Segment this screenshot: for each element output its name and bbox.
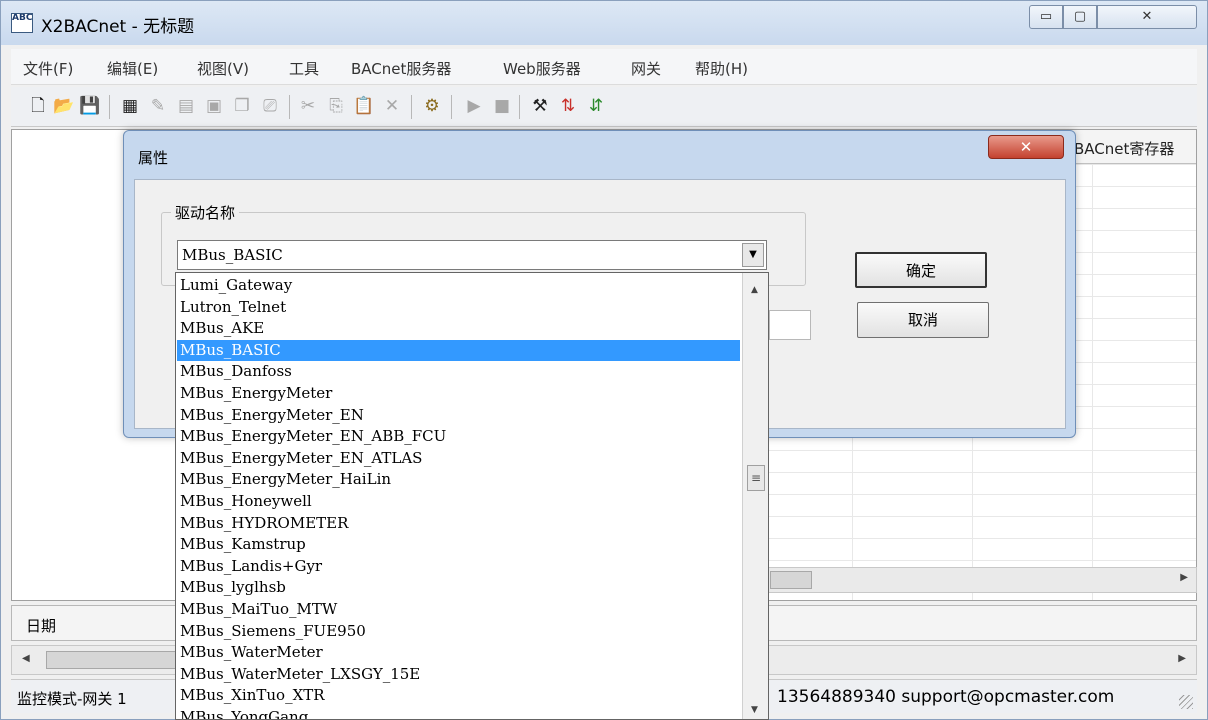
dropdown-option[interactable]: MBus_Landis+Gyr — [177, 556, 740, 578]
dropdown-option[interactable]: MBus_Honeywell — [177, 491, 740, 513]
dropdown-option[interactable]: MBus_Danfoss — [177, 361, 740, 383]
open-folder-icon[interactable]: 📂 — [53, 95, 75, 117]
tools-icon[interactable]: ⚒ — [529, 95, 551, 117]
dropdown-option[interactable]: MBus_BASIC — [177, 339, 740, 362]
dropdown-option[interactable]: MBus_EnergyMeter — [177, 383, 740, 405]
toolbar-separator — [411, 95, 412, 119]
menu-gateway[interactable]: 网关 — [631, 58, 661, 79]
driver-name-combobox[interactable]: MBus_BASIC ▼ — [177, 240, 767, 270]
column-header-bacnet-register[interactable]: BACnet寄存器 — [1074, 138, 1174, 159]
cancel-button[interactable]: 取消 — [857, 302, 989, 338]
menu-edit[interactable]: 编辑(E) — [107, 58, 158, 79]
stop-icon[interactable]: ■ — [491, 95, 513, 117]
toolbar: 🗋 📂 💾 ▦ ✎ ▤ ▣ ❐ ⎚ ✂ ⎘ 📋 ✕ ⚙ ▶ ■ ⚒ ⇅ ⇵ — [11, 87, 1197, 127]
ok-button[interactable]: 确定 — [855, 252, 987, 288]
menu-bacnet-server[interactable]: BACnet服务器 — [351, 58, 451, 79]
dropdown-option[interactable]: MBus_AKE — [177, 318, 740, 340]
menu-web-server[interactable]: Web服务器 — [503, 58, 581, 79]
title-bar: ABC X2BACnet - 无标题 ▭ ▢ ✕ — [1, 1, 1207, 45]
driver-dropdown-list[interactable]: Lumi_Gateway Lutron_Telnet MBus_AKE MBus… — [175, 272, 769, 720]
close-button[interactable]: ✕ — [1097, 5, 1197, 29]
dropdown-option[interactable]: MBus_lyglhsb — [177, 577, 740, 599]
resize-grip[interactable] — [1179, 695, 1193, 709]
scroll-down-arrow[interactable]: ▼ — [751, 705, 758, 715]
copy-icon[interactable]: ⎘ — [325, 95, 347, 117]
dropdown-option[interactable]: MBus_XinTuo_XTR — [177, 685, 740, 707]
scrollbar-thumb[interactable]: ≡ — [747, 465, 765, 491]
properties-icon[interactable]: ⎚ — [259, 95, 281, 117]
dropdown-option[interactable]: MBus_EnergyMeter_HaiLin — [177, 469, 740, 491]
secondary-field[interactable] — [769, 310, 811, 340]
toolbar-separator — [519, 95, 520, 119]
scroll-up-arrow[interactable]: ▲ — [751, 285, 758, 295]
save-icon[interactable]: 💾 — [79, 95, 101, 117]
toolbar-separator — [289, 95, 290, 119]
dropdown-option[interactable]: Lutron_Telnet — [177, 297, 740, 319]
app-icon: ABC — [11, 13, 33, 33]
scrollbar-thumb[interactable] — [46, 651, 176, 669]
new-file-icon[interactable]: 🗋 — [27, 95, 49, 117]
scroll-left-arrow[interactable]: ◀ — [22, 653, 30, 664]
dropdown-option[interactable]: MBus_WaterMeter — [177, 642, 740, 664]
log-date-column[interactable]: 日期 — [26, 615, 56, 636]
dropdown-option[interactable]: MBus_EnergyMeter_EN_ABB_FCU — [177, 426, 740, 448]
window-title: X2BACnet - 无标题 — [41, 17, 195, 37]
dialog-title: 属性 — [138, 149, 169, 167]
menu-file[interactable]: 文件(F) — [23, 58, 73, 79]
dropdown-option[interactable]: Lumi_Gateway — [177, 275, 740, 297]
dropdown-option[interactable]: MBus_MaiTuo_MTW — [177, 599, 740, 621]
dropdown-option[interactable]: MBus_YongGang — [177, 707, 740, 719]
scrollbar-thumb[interactable] — [770, 571, 812, 589]
dropdown-option[interactable]: MBus_WaterMeter_LXSGY_15E — [177, 664, 740, 686]
tag-icon[interactable]: ✎ — [147, 95, 169, 117]
load-icon[interactable]: ⇅ — [557, 95, 579, 117]
dropdown-option[interactable]: MBus_EnergyMeter_EN_ATLAS — [177, 448, 740, 470]
status-contact: 13564889340 support@opcmaster.com — [777, 687, 1115, 707]
table-icon[interactable]: ▦ — [119, 95, 141, 117]
menu-view[interactable]: 视图(V) — [197, 58, 249, 79]
toolbar-separator — [109, 95, 110, 119]
menu-help[interactable]: 帮助(H) — [695, 58, 748, 79]
chevron-down-icon[interactable]: ▼ — [742, 243, 764, 267]
status-mode: 监控模式-网关 1 — [17, 690, 127, 708]
copy-page-icon[interactable]: ❐ — [231, 95, 253, 117]
run-config-icon[interactable]: ⚙ — [421, 95, 443, 117]
arrows-icon[interactable]: ⇵ — [585, 95, 607, 117]
dropdown-option[interactable]: MBus_Siemens_FUE950 — [177, 621, 740, 643]
toolbar-separator — [451, 95, 452, 119]
dropdown-scrollbar[interactable]: ▲ ≡ ▼ — [742, 273, 768, 719]
grid-icon[interactable]: ▤ — [175, 95, 197, 117]
dropdown-option[interactable]: MBus_EnergyMeter_EN — [177, 405, 740, 427]
scroll-right-arrow[interactable]: ▶ — [1178, 653, 1186, 664]
document-icon[interactable]: ▣ — [203, 95, 225, 117]
driver-name-value: MBus_BASIC — [182, 246, 283, 264]
maximize-button[interactable]: ▢ — [1063, 5, 1097, 29]
paste-icon[interactable]: 📋 — [353, 95, 375, 117]
dialog-close-button[interactable]: ✕ — [988, 135, 1064, 159]
minimize-button[interactable]: ▭ — [1029, 5, 1063, 29]
dropdown-option[interactable]: MBus_HYDROMETER — [177, 513, 740, 535]
delete-icon[interactable]: ✕ — [381, 95, 403, 117]
driver-name-label: 驱动名称 — [171, 202, 240, 223]
dropdown-option[interactable]: MBus_Kamstrup — [177, 534, 740, 556]
play-icon[interactable]: ▶ — [463, 95, 485, 117]
cut-icon[interactable]: ✂ — [297, 95, 319, 117]
scroll-right-arrow[interactable]: ▶ — [1180, 572, 1188, 583]
menu-bar: 文件(F) 编辑(E) 视图(V) 工具 BACnet服务器 Web服务器 网关… — [11, 49, 1197, 85]
menu-tools[interactable]: 工具 — [289, 58, 319, 79]
